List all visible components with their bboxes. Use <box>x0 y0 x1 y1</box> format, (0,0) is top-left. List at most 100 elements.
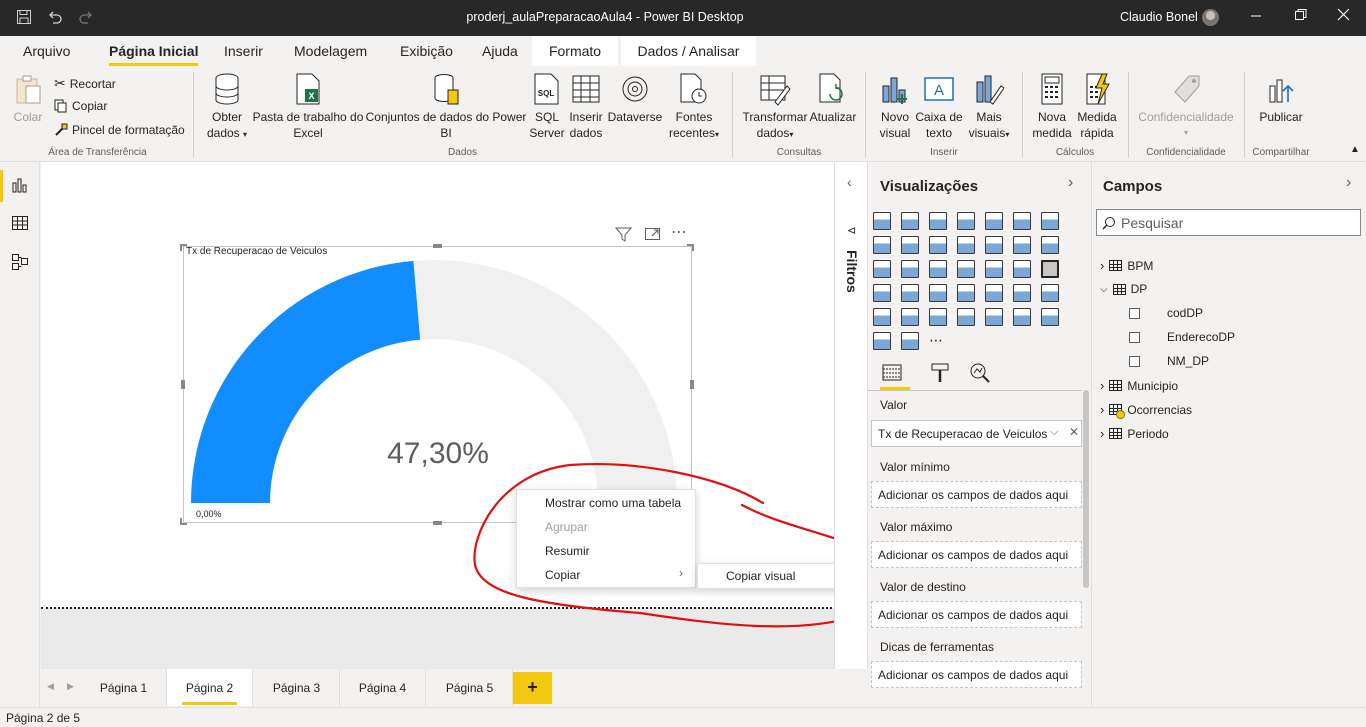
resize-handle[interactable] <box>690 380 694 389</box>
treemap-icon[interactable] <box>957 260 975 278</box>
transform-data-button[interactable]: Transformar dados▾ <box>740 72 810 143</box>
map-icon[interactable] <box>985 260 1003 278</box>
table-periodo[interactable]: › Periodo <box>1100 426 1169 441</box>
resize-handle[interactable] <box>180 518 187 525</box>
collapse-ribbon-icon[interactable]: ▲ <box>1350 144 1360 155</box>
decomposition-tree-icon[interactable] <box>929 308 947 326</box>
table-dp[interactable]: ⌵ DP <box>1100 282 1147 296</box>
well-value[interactable]: Tx de Recuperacao de Veiculos ⌵ ✕ <box>871 420 1082 447</box>
scatter-icon[interactable] <box>873 260 891 278</box>
add-page-button[interactable]: + <box>513 672 552 704</box>
gauge-icon[interactable] <box>1041 260 1059 278</box>
tab-arquivo[interactable]: Arquivo <box>23 43 70 59</box>
filters-pane-collapsed[interactable]: ‹ ⊲ Filtros <box>834 162 868 669</box>
scroll-left-icon[interactable]: ◀ <box>47 681 54 692</box>
resize-handle[interactable] <box>433 244 442 248</box>
copy-button[interactable]: Copiar <box>54 99 107 113</box>
well-tooltips[interactable]: Adicionar os campos de dados aqui <box>871 661 1082 688</box>
ribbon-chart-icon[interactable] <box>985 236 1003 254</box>
format-painter-button[interactable]: Pincel de formatação <box>54 123 185 137</box>
donut-icon[interactable] <box>929 260 947 278</box>
new-visual-button[interactable]: Novo visual <box>873 72 917 141</box>
textbox-button[interactable]: A Caixa de texto <box>915 72 963 141</box>
close-icon[interactable] <box>1337 8 1350 24</box>
excel-workbook-button[interactable]: X Pasta de trabalho do Excel <box>252 72 364 141</box>
tab-modelagem[interactable]: Modelagem <box>294 43 367 59</box>
power-automate-icon[interactable] <box>901 332 919 350</box>
scroll-right-icon[interactable]: ▶ <box>67 681 74 692</box>
publish-button[interactable]: Publicar <box>1250 72 1312 125</box>
clustered-bar-icon[interactable] <box>929 212 947 230</box>
more-options-icon[interactable]: ⋯ <box>671 222 688 242</box>
enter-data-button[interactable]: Inserir dados <box>566 72 606 141</box>
get-data-button[interactable]: Obter dados ▾ <box>202 72 252 143</box>
paste-button[interactable]: Colar <box>10 74 46 125</box>
stacked-area-icon[interactable] <box>901 236 919 254</box>
format-tab-icon[interactable] <box>930 362 952 387</box>
matrix-icon[interactable] <box>1013 284 1031 302</box>
new-measure-button[interactable]: Nova medida <box>1030 72 1074 141</box>
more-visuals-icon[interactable]: ⋯ <box>929 332 943 349</box>
multirow-card-icon[interactable] <box>901 284 919 302</box>
qa-icon[interactable] <box>957 308 975 326</box>
recent-sources-button[interactable]: Fontes recentes▾ <box>664 72 724 143</box>
well-min-value[interactable]: Adicionar os campos de dados aqui <box>871 481 1082 508</box>
stacked-bar-icon[interactable] <box>873 212 891 230</box>
refresh-button[interactable]: Atualizar <box>808 72 858 125</box>
minimize-icon[interactable] <box>1250 8 1262 25</box>
page-tab-3[interactable]: Página 3 <box>254 669 340 706</box>
well-target-value[interactable]: Adicionar os campos de dados aqui <box>871 601 1082 628</box>
chevron-right-icon[interactable]: › <box>1068 174 1073 192</box>
tab-inserir[interactable]: Inserir <box>224 43 263 59</box>
data-view-icon[interactable] <box>11 214 29 232</box>
filter-icon[interactable] <box>615 226 633 242</box>
pbi-datasets-button[interactable]: Conjuntos de dados do Power BI <box>364 72 528 141</box>
remove-field-icon[interactable]: ✕ <box>1069 425 1079 439</box>
focus-mode-icon[interactable] <box>644 226 662 242</box>
sql-server-button[interactable]: SQL SQL Server <box>528 72 566 141</box>
table-municipio[interactable]: › Municipio <box>1100 378 1178 393</box>
table-ocorrencias[interactable]: › Ocorrencias <box>1100 402 1192 419</box>
stacked-column-icon[interactable] <box>901 212 919 230</box>
cut-button[interactable]: ✂ Recortar <box>54 75 116 92</box>
table-bpm[interactable]: › BPM <box>1100 258 1153 273</box>
smart-narrative-icon[interactable] <box>985 308 1003 326</box>
power-apps-icon[interactable] <box>873 332 891 350</box>
filled-map-icon[interactable] <box>1013 260 1031 278</box>
field-nm-dp[interactable]: NM_DP <box>1129 354 1209 368</box>
more-visuals-button[interactable]: Mais visuais▾ <box>963 72 1015 143</box>
resize-handle[interactable] <box>433 521 442 525</box>
gauge-fill[interactable] <box>191 260 421 503</box>
field-checkbox[interactable] <box>1129 307 1140 319</box>
line-chart-icon[interactable] <box>1041 212 1059 230</box>
chevron-right-icon[interactable]: › <box>1346 174 1351 192</box>
page-tab-2[interactable]: Página 2 <box>167 669 253 706</box>
python-visual-icon[interactable] <box>873 308 891 326</box>
search-input[interactable]: Pesquisar <box>1096 209 1361 236</box>
table-visual-icon[interactable] <box>985 284 1003 302</box>
tab-dados-analisar[interactable]: Dados / Analisar <box>621 36 756 66</box>
field-checkbox[interactable] <box>1129 355 1140 367</box>
key-influencers-icon[interactable] <box>901 308 919 326</box>
report-view-icon[interactable] <box>11 176 29 194</box>
card-icon[interactable] <box>873 284 891 302</box>
scrollbar[interactable] <box>1083 390 1089 588</box>
pie-icon[interactable] <box>901 260 919 278</box>
avatar[interactable] <box>1202 9 1219 26</box>
tab-formato[interactable]: Formato <box>532 36 618 66</box>
page-tab-4[interactable]: Página 4 <box>340 669 426 706</box>
resize-handle[interactable] <box>180 244 187 251</box>
sensitivity-button[interactable]: Confidencialidade ▾ <box>1134 72 1238 141</box>
well-max-value[interactable]: Adicionar os campos de dados aqui <box>871 541 1082 568</box>
user-name[interactable]: Claudio Bonel <box>1120 10 1198 24</box>
100-bar-icon[interactable] <box>985 212 1003 230</box>
field-coddp[interactable]: codDP <box>1129 306 1203 320</box>
quick-measure-button[interactable]: Medida rápida <box>1074 72 1120 141</box>
line-column-icon[interactable] <box>929 236 947 254</box>
analytics-tab-icon[interactable] <box>969 362 991 387</box>
tab-ajuda[interactable]: Ajuda <box>482 43 518 59</box>
paginated-icon[interactable] <box>1013 308 1031 326</box>
clustered-column-icon[interactable] <box>957 212 975 230</box>
arcgis-icon[interactable] <box>1041 308 1059 326</box>
dataverse-button[interactable]: Dataverse <box>606 72 664 125</box>
